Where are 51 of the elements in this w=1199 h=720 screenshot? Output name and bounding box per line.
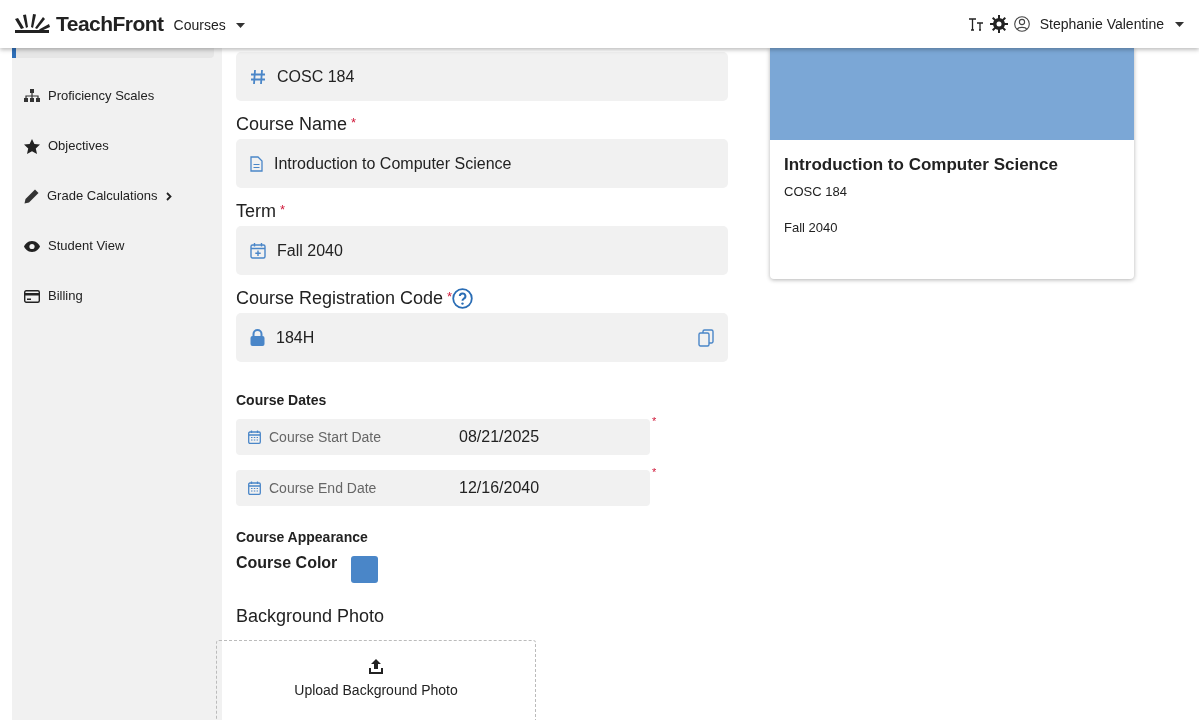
caret-icon [1175, 21, 1184, 27]
required-asterisk: * [351, 114, 357, 132]
settings-icon[interactable] [989, 15, 1008, 33]
required-asterisk: * [652, 466, 657, 480]
section-heading: Course Appearance [236, 528, 369, 547]
card-course-code: COSC 184 [784, 182, 848, 201]
copy-icon[interactable] [698, 328, 714, 347]
document-icon [250, 155, 263, 172]
pencil-icon [24, 188, 39, 204]
field-label: Background Photo [236, 605, 386, 628]
required-asterisk: * [447, 288, 453, 306]
field-label: Course Name [236, 113, 348, 135]
input-field[interactable]: Introduction to Computer Science [236, 139, 728, 188]
color-swatch[interactable] [351, 556, 379, 583]
input-field[interactable]: COSC 184 [236, 52, 728, 101]
card-term: Fall 2040 [784, 219, 839, 237]
star-icon [24, 138, 40, 154]
sidebar-item[interactable]: Proficiency Scales [12, 71, 222, 121]
caret-icon [235, 23, 245, 28]
credit-card-icon [24, 289, 40, 303]
calendar-add-icon [250, 242, 266, 259]
field-label: Course Color [236, 553, 338, 573]
sidebar-item[interactable]: Billing [12, 271, 222, 321]
date-field[interactable]: Course Start Date 08/21/2025 [236, 419, 650, 455]
hierarchy-icon [24, 89, 40, 103]
upload-area[interactable]: Upload Background Photo [216, 640, 536, 720]
courses-menu[interactable]: Courses [173, 15, 245, 36]
field-label: Term [236, 200, 276, 222]
required-asterisk: * [280, 201, 286, 219]
date-field[interactable]: Course End Date 12/16/2040 [236, 470, 650, 506]
upload-icon [369, 659, 383, 674]
sidebar-item[interactable]: Grade Calculations [12, 171, 222, 221]
hash-icon [250, 68, 266, 85]
eye-icon [24, 240, 40, 252]
card-title: Introduction to Computer Science [784, 154, 1059, 176]
input-field[interactable]: Fall 2040 [236, 226, 728, 275]
user-menu[interactable]: Stephanie Valentine [1039, 13, 1184, 35]
section-heading: Course Dates [236, 391, 328, 410]
required-asterisk: * [652, 415, 657, 429]
lock-icon [250, 329, 265, 346]
locked-field[interactable]: 184H [236, 313, 728, 362]
sidebar-item[interactable]: Student View [12, 221, 222, 271]
calendar-icon [248, 430, 261, 444]
text-size-icon[interactable] [967, 17, 984, 31]
brand-name: TeachFront [56, 11, 164, 38]
help-icon[interactable] [452, 287, 474, 309]
sidebar-item[interactable]: Objectives [12, 121, 222, 171]
calendar-icon [248, 481, 261, 495]
field-label: Course Registration Code [236, 287, 444, 309]
logo-icon [13, 13, 51, 35]
user-avatar-icon[interactable] [1013, 16, 1030, 32]
